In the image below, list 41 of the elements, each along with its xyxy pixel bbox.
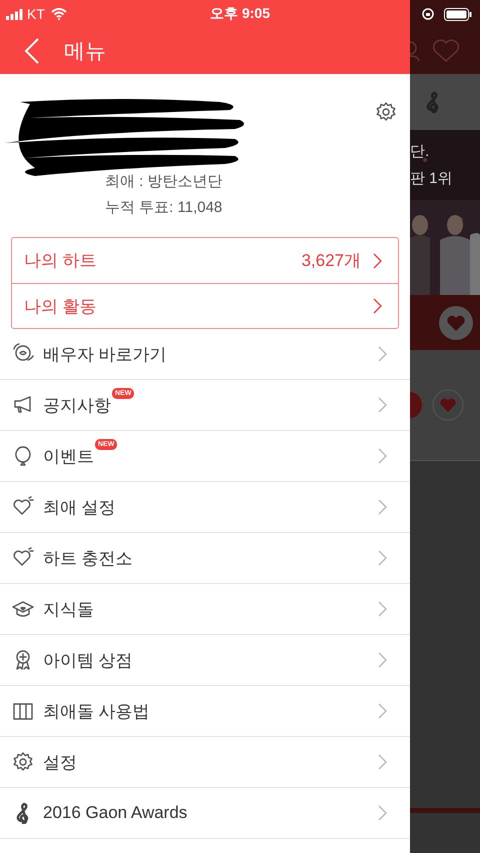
background-text: 판 1위: [410, 169, 454, 188]
battery-icon: [444, 8, 472, 20]
menu-item[interactable]: 아이템 상점: [0, 635, 410, 686]
back-button[interactable]: [24, 37, 40, 65]
settings-icon: [12, 751, 34, 773]
chevron-icon: [378, 448, 387, 464]
chevron-icon: [378, 601, 387, 617]
chevron-icon: [373, 252, 382, 268]
menu-item[interactable]: 최애 설정: [0, 482, 410, 533]
favorite-text: 최애 : 방탄소년단: [105, 172, 223, 191]
chevron-icon: [378, 550, 387, 566]
chevron-icon: [378, 397, 387, 413]
summary-row[interactable]: 나의 활동: [12, 283, 398, 328]
vote-count: 누적 투표: 11,048: [105, 198, 222, 217]
menu-item[interactable]: 지식돌: [0, 584, 410, 635]
menu-item[interactable]: 2016 Gaon Awards: [0, 788, 410, 839]
heart-button-icon: [432, 389, 464, 421]
rotation-lock-icon: [422, 8, 434, 20]
heart-button-icon: [438, 304, 474, 340]
menu-item[interactable]: 하트 충전소: [0, 533, 410, 584]
summary-label: 나의 하트: [24, 250, 97, 272]
chevron-icon: [378, 652, 387, 668]
page-title: 메뉴: [64, 39, 106, 65]
settings-icon[interactable]: [375, 101, 397, 123]
chevron-icon: [378, 754, 387, 770]
summary-row[interactable]: 나의 하트 3,627개: [12, 238, 398, 283]
signal-icon: [6, 8, 24, 20]
chevron-icon: [378, 499, 387, 515]
chevron-icon: [378, 346, 387, 362]
wifi-icon: [50, 8, 67, 20]
background-text: 단.: [410, 142, 430, 161]
carrier-text: KT: [27, 6, 45, 22]
summary-label: 나의 활동: [24, 296, 97, 318]
chevron-icon: [373, 298, 382, 314]
status-time: 오후 9:05: [210, 5, 270, 23]
menu-item[interactable]: 배우자 바로가기: [0, 329, 410, 380]
heart-count: 3,627개: [301, 250, 361, 272]
menu-item[interactable]: 설정: [0, 737, 410, 788]
chevron-icon: [378, 805, 387, 821]
chevron-icon: [378, 703, 387, 719]
menu-item[interactable]: 최애돌 사용법: [0, 686, 410, 737]
